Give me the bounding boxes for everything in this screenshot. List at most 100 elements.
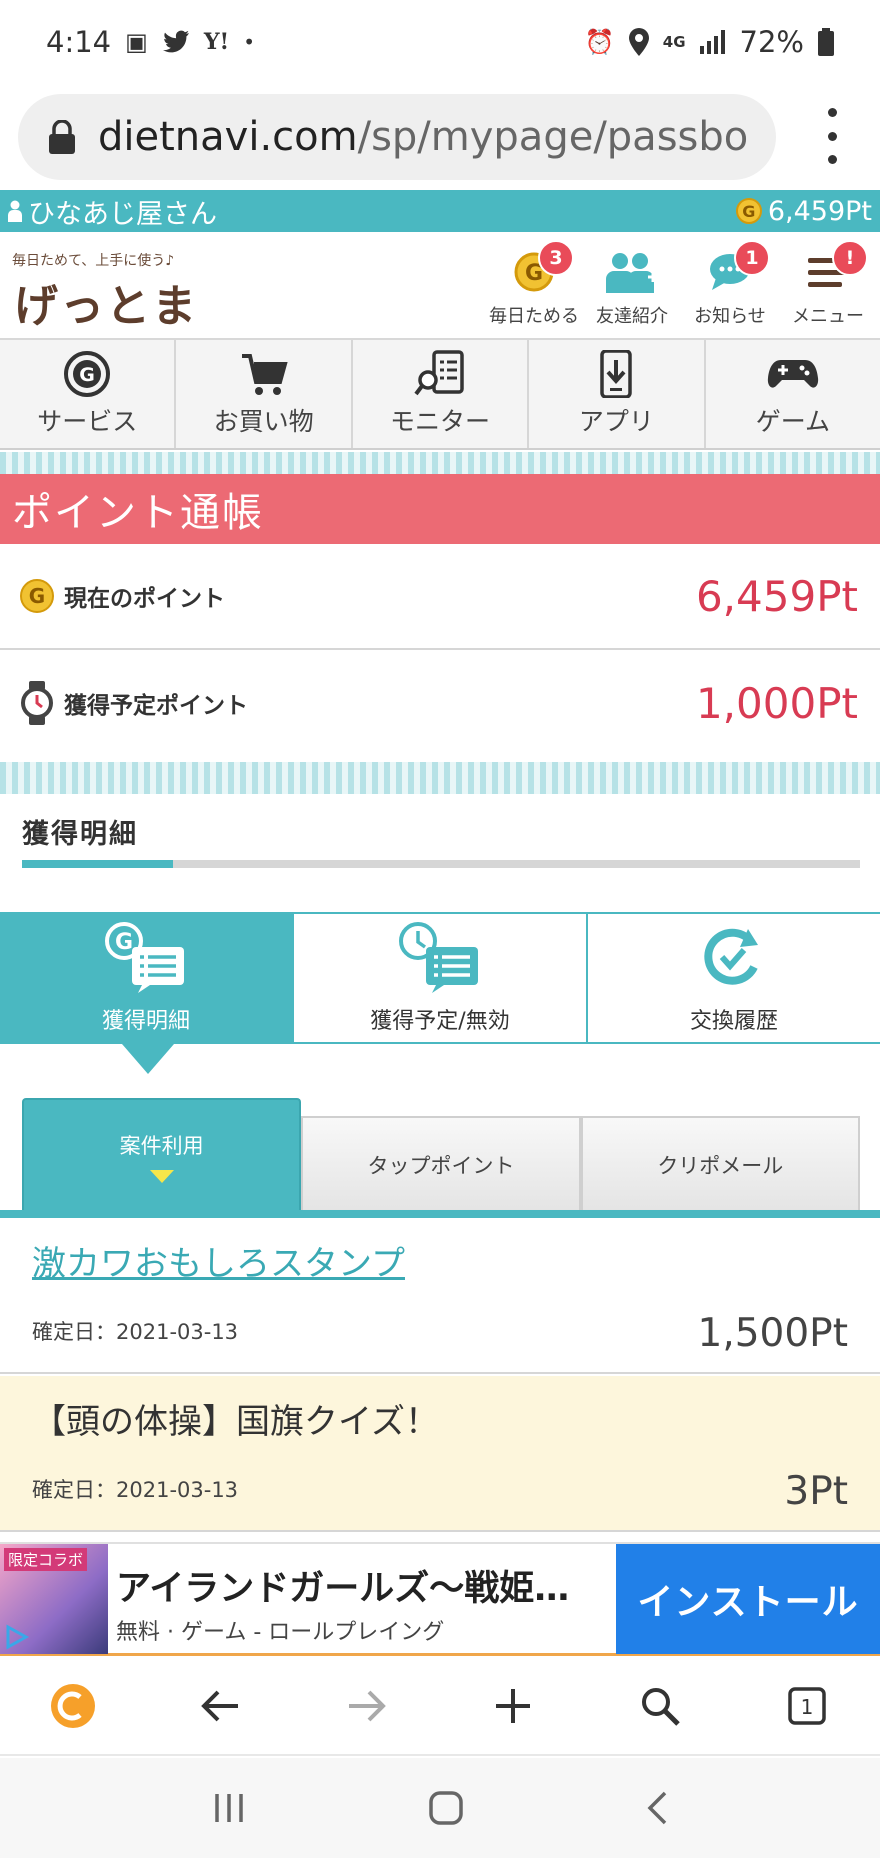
site-home-button[interactable] [43, 1676, 103, 1736]
svg-text:G: G [115, 930, 133, 955]
active-tab-pointer [122, 1044, 174, 1074]
username[interactable]: ひなあじ屋さん [28, 192, 217, 231]
category-shopping[interactable]: お買い物 [176, 340, 353, 448]
url-text: dietnavi.com/sp/mypage/passbo [98, 114, 748, 160]
battery-icon [818, 28, 834, 56]
recents-icon[interactable] [211, 1792, 247, 1824]
main-tab-label: 獲得予定/無効 [370, 1009, 510, 1034]
tabs-button[interactable]: 1 [777, 1676, 837, 1736]
tab-pending-invalid[interactable]: 獲得予定/無効 [294, 914, 588, 1042]
list-item: 【頭の体操】国旗クイズ！ 確定日：2021-03-13 3Pt [0, 1376, 880, 1532]
browser-toolbar: dietnavi.com/sp/mypage/passbo [0, 84, 880, 190]
stripe-divider [0, 452, 880, 474]
more-menu-icon[interactable] [828, 108, 838, 164]
status-bar: 4:14 ▣ Y! • ⏰ 4G 72% [0, 0, 880, 84]
url-host: dietnavi.com [98, 114, 358, 160]
monitor-icon [414, 350, 464, 396]
logo-tagline: 毎日ためて、上手に使う♪ [12, 253, 175, 269]
header-nav: G 3 毎日ためる 友達紹介 1 お知らせ ! メニュー [489, 240, 870, 328]
tab-earned-details[interactable]: G 獲得明細 [0, 914, 294, 1042]
category-label: お買い物 [213, 407, 314, 436]
pending-points-row: 獲得予定ポイント 1,000Pt [0, 650, 880, 756]
address-bar[interactable]: dietnavi.com/sp/mypage/passbo [18, 94, 776, 180]
ad-badge: 限定コラボ [4, 1548, 88, 1571]
url-path: /sp/mypage/passbo [357, 114, 749, 160]
tab-exchange-history[interactable]: 交換履歴 [588, 914, 880, 1042]
subtab-label: タップポイント [367, 1154, 515, 1178]
new-tab-button[interactable] [483, 1676, 543, 1736]
site-logo[interactable]: げっとま [14, 270, 198, 334]
sub-tabs: 案件利用 タップポイント クリポメール [22, 1098, 860, 1212]
clock-list-icon [399, 922, 478, 993]
stripe-divider [0, 762, 880, 794]
cart-icon [241, 354, 288, 395]
battery-percent: 72% [739, 25, 804, 59]
ad-banner[interactable]: 限定コラボ アイランドガールズ〜戦姫… 無料 · ゲーム - ロールプレイング … [0, 1542, 880, 1656]
section-progress [22, 860, 860, 868]
search-icon [641, 1688, 680, 1726]
plus-icon [496, 1689, 531, 1723]
header-nav-label: お知らせ [694, 306, 766, 327]
yahoo-icon: Y! [203, 29, 230, 55]
header-nav-label: メニュー [792, 306, 864, 327]
lock-icon [49, 120, 75, 154]
arrow-right-icon [348, 1690, 386, 1722]
watch-icon [21, 681, 53, 725]
status-time: 4:14 [46, 25, 112, 59]
main-tab-label: 獲得明細 [101, 1009, 190, 1034]
back-button[interactable] [190, 1676, 250, 1736]
subtab-tap-points[interactable]: タップポイント [301, 1116, 581, 1212]
user-points[interactable]: 6,459Pt [768, 196, 872, 227]
entry-title: 【頭の体操】国旗クイズ！ [32, 1402, 439, 1442]
gallery-icon: ▣ [125, 28, 148, 56]
site-c-icon [51, 1684, 96, 1728]
site-header: 毎日ためて、上手に使う♪ げっとま G 3 毎日ためる 友達紹介 1 お知らせ … [0, 232, 880, 340]
home-icon[interactable] [428, 1790, 464, 1826]
main-tab-label: 交換履歴 [689, 1009, 778, 1034]
entry-points: 3Pt [784, 1469, 848, 1514]
subtab-clipo-mail[interactable]: クリポメール [580, 1116, 860, 1212]
daily-badge: 3 [538, 240, 574, 276]
location-icon [628, 28, 649, 56]
header-nav-daily[interactable]: G 3 毎日ためる [489, 240, 579, 328]
header-nav-label: 毎日ためる [489, 306, 579, 327]
subtab-project-use[interactable]: 案件利用 [22, 1098, 302, 1212]
page: 4:14 ▣ Y! • ⏰ 4G 72% dietnavi.com/sp/myp… [0, 0, 880, 1858]
exchange-refresh-icon [704, 928, 758, 985]
entry-title-link[interactable]: 激カワおもしろスタンプ [32, 1236, 405, 1285]
search-button[interactable] [630, 1676, 690, 1736]
notification-dot-icon: • [243, 30, 255, 54]
category-service[interactable]: G サービス [0, 340, 177, 448]
category-games[interactable]: ゲーム [706, 340, 880, 448]
forward-button[interactable] [337, 1676, 397, 1736]
subtab-underline [0, 1210, 880, 1218]
page-title: ポイント通帳 [0, 474, 880, 544]
user-bar: ひなあじ屋さん G 6,459Pt [0, 190, 880, 232]
tab-count: 1 [800, 1695, 813, 1719]
install-button[interactable]: インストール [616, 1544, 880, 1654]
main-tabs: G 獲得明細 獲得予定/無効 交換履歴 [0, 912, 880, 1044]
system-back-icon[interactable] [645, 1790, 669, 1826]
svg-text:G: G [79, 364, 95, 386]
pending-points-label: 獲得予定ポイント [64, 693, 248, 719]
list-item: 激カワおもしろスタンプ 確定日：2021-03-13 1,500Pt [0, 1218, 880, 1374]
play-icon [6, 1624, 30, 1650]
section-heading: 獲得明細 [22, 819, 138, 850]
tab-count-icon: 1 [787, 1687, 826, 1725]
current-points-label: 現在のポイント [64, 586, 225, 612]
notices-badge: 1 [734, 240, 770, 276]
entry-date: 確定日：2021-03-13 [32, 1320, 239, 1344]
friends-add-icon [606, 253, 658, 293]
g-coin-icon: G [735, 198, 762, 224]
entry-points: 1,500Pt [697, 1311, 848, 1356]
header-nav-menu[interactable]: ! メニュー [786, 240, 870, 328]
category-apps[interactable]: アプリ [529, 340, 706, 448]
header-nav-invite[interactable]: 友達紹介 [590, 246, 674, 328]
header-nav-notices[interactable]: 1 お知らせ [688, 240, 772, 328]
network-type: 4G [662, 33, 686, 51]
g-coin-icon: G [64, 351, 111, 397]
subtab-label: 案件利用 [119, 1133, 204, 1158]
category-monitor[interactable]: モニター [353, 340, 530, 448]
ad-thumbnail[interactable]: 限定コラボ [0, 1544, 108, 1654]
arrow-left-icon [201, 1690, 238, 1722]
